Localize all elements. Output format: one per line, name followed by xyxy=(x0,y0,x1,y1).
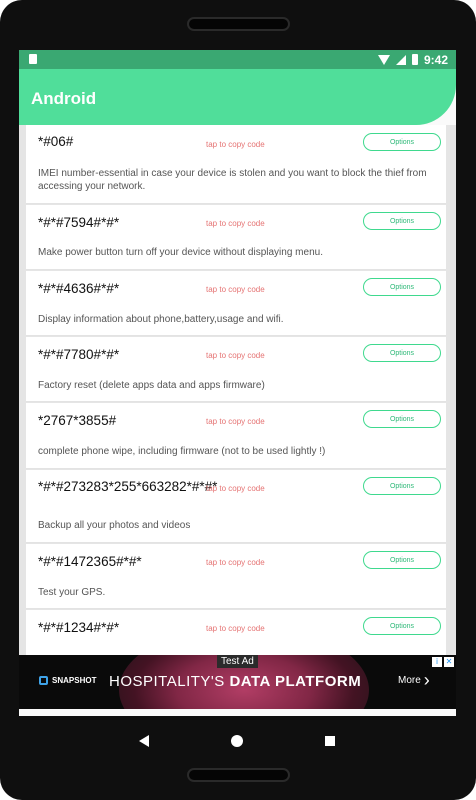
options-button[interactable]: Options xyxy=(363,344,441,362)
tap-to-copy[interactable]: tap to copy code xyxy=(206,484,265,493)
wifi-icon xyxy=(377,54,390,65)
code-description: Test your GPS. xyxy=(38,587,106,598)
options-button[interactable]: Options xyxy=(363,278,441,296)
options-button[interactable]: Options xyxy=(363,551,441,569)
top-speaker xyxy=(187,17,290,31)
tap-to-copy[interactable]: tap to copy code xyxy=(206,219,265,228)
chevron-right-icon: › xyxy=(423,670,430,690)
tap-to-copy[interactable]: tap to copy code xyxy=(206,140,265,149)
test-ad-label: Test Ad xyxy=(217,655,258,668)
ad-headline: HOSPITALITY'S DATA PLATFORM xyxy=(109,673,361,690)
app-title: Android xyxy=(31,89,97,108)
home-icon[interactable] xyxy=(231,735,243,747)
code-list[interactable]: *#06# tap to copy code Options IMEI numb… xyxy=(19,125,456,655)
signal-icon xyxy=(395,54,406,65)
code-text[interactable]: *#*#7780#*#* xyxy=(38,347,119,362)
ad-more-button[interactable]: More › xyxy=(398,670,430,690)
code-text[interactable]: *2767*3855# xyxy=(38,413,116,428)
ad-banner[interactable]: Test Ad i ✕ SNAPSHOT HOSPITALITY'S DATA … xyxy=(19,655,456,709)
tap-to-copy[interactable]: tap to copy code xyxy=(206,558,265,567)
list-item[interactable]: *#*#273283*255*663282*#*#* tap to copy c… xyxy=(26,470,446,543)
list-item[interactable]: *2767*3855# tap to copy code Options com… xyxy=(26,403,446,469)
recent-apps-icon[interactable] xyxy=(325,736,335,746)
code-text[interactable]: *#*#4636#*#* xyxy=(38,281,119,296)
code-description: IMEI number-essential in case your devic… xyxy=(38,168,427,192)
app-bar: Android xyxy=(19,69,456,125)
ad-headline-bold: DATA PLATFORM xyxy=(229,673,362,690)
ad-close-icon[interactable]: ✕ xyxy=(444,657,454,667)
ad-more-label: More xyxy=(398,674,421,686)
snapshot-logo-icon xyxy=(39,676,48,685)
status-time: 9:42 xyxy=(423,52,448,67)
code-description: Make power button turn off your device w… xyxy=(38,247,323,258)
list-item[interactable]: *#*#7780#*#* tap to copy code Options Fa… xyxy=(26,337,446,402)
code-text[interactable]: *#*#273283*255*663282*#*#* xyxy=(38,479,217,494)
code-description: Display information about phone,battery,… xyxy=(38,314,284,325)
options-button[interactable]: Options xyxy=(363,410,441,428)
bottom-speaker xyxy=(187,768,290,782)
code-description: Backup all your photos and videos xyxy=(38,520,191,531)
sd-card-icon xyxy=(29,54,37,64)
options-button[interactable]: Options xyxy=(363,477,441,495)
code-description: Factory reset (delete apps data and apps… xyxy=(38,380,265,391)
code-text[interactable]: *#*#1234#*#* xyxy=(38,620,119,635)
ad-headline-prefix: HOSPITALITY'S xyxy=(109,673,225,690)
list-item[interactable]: *#*#7594#*#* tap to copy code Options Ma… xyxy=(26,205,446,270)
tap-to-copy[interactable]: tap to copy code xyxy=(206,351,265,360)
code-text[interactable]: *#*#1472365#*#* xyxy=(38,554,142,569)
ad-choices[interactable]: i ✕ xyxy=(432,657,454,667)
ad-info-icon[interactable]: i xyxy=(432,657,442,667)
screen: 9:42 Android *#06# tap to copy code Opti… xyxy=(19,50,456,770)
options-button[interactable]: Options xyxy=(363,212,441,230)
list-item[interactable]: *#*#1472365#*#* tap to copy code Options… xyxy=(26,544,446,609)
tap-to-copy[interactable]: tap to copy code xyxy=(206,285,265,294)
ad-brand: SNAPSHOT xyxy=(39,676,96,685)
device-frame: 9:42 Android *#06# tap to copy code Opti… xyxy=(0,0,476,800)
navigation-bar xyxy=(19,716,456,770)
code-description: complete phone wipe, including firmware … xyxy=(38,446,326,457)
tap-to-copy[interactable]: tap to copy code xyxy=(206,624,265,633)
code-text[interactable]: *#*#7594#*#* xyxy=(38,215,119,230)
options-button[interactable]: Options xyxy=(363,617,441,635)
list-item[interactable]: *#*#4636#*#* tap to copy code Options Di… xyxy=(26,271,446,336)
ad-brand-name: SNAPSHOT xyxy=(52,676,97,685)
status-bar: 9:42 xyxy=(19,50,456,69)
code-text[interactable]: *#06# xyxy=(38,134,73,149)
list-item[interactable]: *#*#1234#*#* tap to copy code Options xyxy=(26,610,446,655)
options-button[interactable]: Options xyxy=(363,133,441,151)
battery-icon xyxy=(411,54,418,65)
tap-to-copy[interactable]: tap to copy code xyxy=(206,417,265,426)
list-item[interactable]: *#06# tap to copy code Options IMEI numb… xyxy=(26,125,446,204)
back-icon[interactable] xyxy=(139,735,149,747)
